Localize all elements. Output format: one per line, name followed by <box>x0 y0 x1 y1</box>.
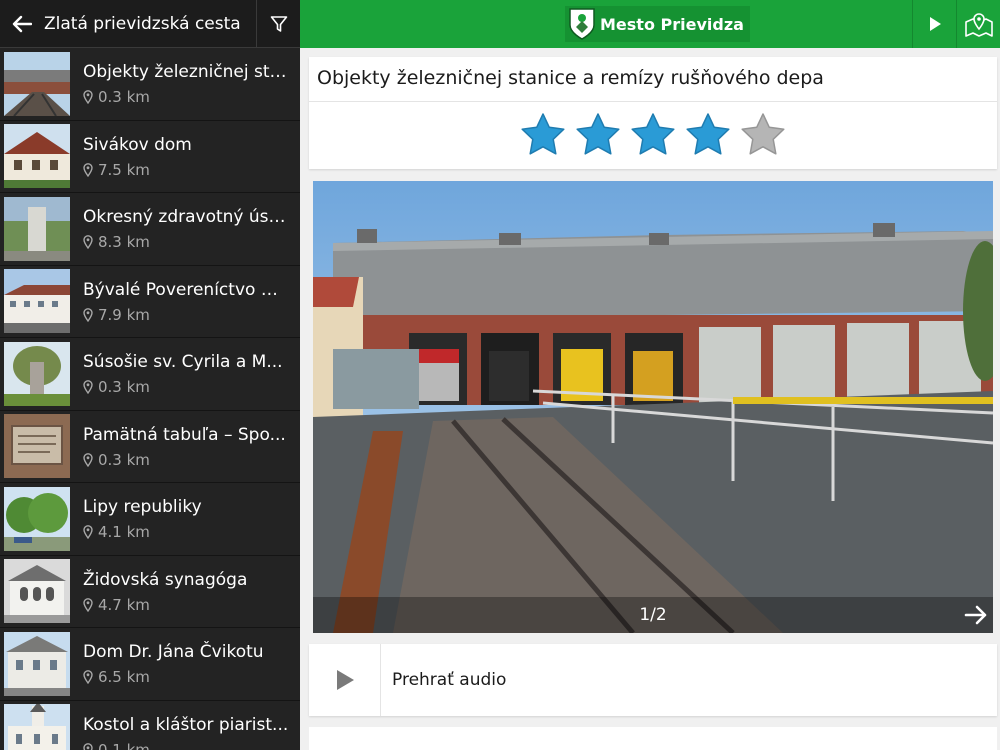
list-item-distance: 0.3 km <box>98 88 150 107</box>
thumbnail-image <box>4 196 70 261</box>
list-item-title: Lipy republiky <box>83 497 202 518</box>
list-item-distance: 0.3 km <box>98 378 150 397</box>
pin-icon <box>83 452 93 467</box>
star-icon <box>521 113 565 155</box>
list-item[interactable]: Kostol a kláštor piarist... 0.1 km <box>0 701 300 750</box>
list-item-distance: 0.3 km <box>98 450 150 469</box>
thumbnail-image <box>4 704 70 750</box>
star-rating[interactable] <box>309 112 997 158</box>
pin-icon <box>83 742 93 750</box>
list-item-distance: 6.5 km <box>98 668 150 687</box>
list-item[interactable]: Dom Dr. Jána Čvikotu 6.5 km <box>0 628 300 701</box>
list-item[interactable]: Židovská synagóga 4.7 km <box>0 556 300 628</box>
list-item-title: Sivákov dom <box>83 134 192 155</box>
detail-card: Objekty železničnej stanice a remízy ruš… <box>309 57 997 169</box>
arrow-left-icon <box>12 15 32 32</box>
pin-icon <box>83 597 93 612</box>
map-button[interactable] <box>956 0 1000 48</box>
star-icon <box>686 113 730 155</box>
pin-icon <box>83 235 93 250</box>
list-item-distance: 7.5 km <box>98 160 150 179</box>
thumbnail-image <box>4 269 70 334</box>
star-empty-icon <box>741 113 785 155</box>
map-marker-icon <box>964 13 993 37</box>
star-icon <box>576 113 620 155</box>
photo-counter: 1/2 <box>639 605 667 625</box>
list-item-distance: 8.3 km <box>98 233 150 252</box>
list-item-distance: 4.7 km <box>98 595 150 614</box>
list-item-title: Dom Dr. Jána Čvikotu <box>83 642 264 663</box>
thumbnail-image <box>4 341 70 406</box>
sidebar-title: Zlatá prievidzská cesta <box>44 13 241 34</box>
list-item-title: Objekty železničnej sta... <box>83 62 291 83</box>
pin-icon <box>83 525 93 540</box>
sidebar-header: Zlatá prievidzská cesta <box>0 0 300 48</box>
pin-icon <box>83 380 93 395</box>
list-item-distance: 4.1 km <box>98 523 150 542</box>
app-header: Mesto Prievidza <box>300 0 1000 48</box>
sidebar: Zlatá prievidzská cesta Objekty železnič… <box>0 0 300 750</box>
pin-icon <box>83 90 93 105</box>
thumbnail-image <box>4 486 70 551</box>
list-item-distance: 0.1 km <box>98 740 150 750</box>
list-item-title: Okresný zdravotný úst... <box>83 207 291 228</box>
filter-button[interactable] <box>256 0 300 48</box>
poi-list: Objekty železničnej sta... 0.3 km Siváko… <box>0 48 300 750</box>
thumbnail-image <box>4 631 70 696</box>
thumbnail-image <box>4 414 70 479</box>
list-item[interactable]: Lipy republiky 4.1 km <box>0 483 300 556</box>
list-item[interactable]: Sivákov dom 7.5 km <box>0 121 300 193</box>
list-item-title: Pamätná tabuľa – Spo... <box>83 424 286 445</box>
list-item-title: Židovská synagóga <box>83 569 248 590</box>
pin-icon <box>83 670 93 685</box>
play-button[interactable] <box>912 0 956 48</box>
brand-name: Mesto Prievidza <box>600 14 744 34</box>
list-item-title: Bývalé Povereníctvo m... <box>83 279 291 300</box>
funnel-icon <box>270 15 287 32</box>
list-item[interactable]: Pamätná tabuľa – Spo... 0.3 km <box>0 411 300 483</box>
photo-gallery[interactable]: 1/2 <box>313 181 993 633</box>
list-item[interactable]: Objekty železničnej sta... 0.3 km <box>0 48 300 121</box>
gallery-footer: 1/2 <box>313 597 993 633</box>
thumbnail-image <box>4 124 70 189</box>
list-item[interactable]: Súsošie sv. Cyrila a M... 0.3 km <box>0 338 300 411</box>
list-item[interactable]: Bývalé Povereníctvo m... 7.9 km <box>0 266 300 338</box>
detail-title: Objekty železničnej stanice a remízy ruš… <box>309 57 997 102</box>
play-icon <box>336 670 354 690</box>
audio-play-button[interactable] <box>309 644 381 716</box>
pin-icon <box>83 307 93 322</box>
pin-icon <box>83 162 93 177</box>
locomotive-depot-photo <box>313 181 993 633</box>
star-icon <box>631 113 675 155</box>
play-icon <box>929 17 941 31</box>
back-button[interactable] <box>0 0 44 48</box>
audio-player[interactable]: Prehrať audio <box>309 644 997 716</box>
thumbnail-image <box>4 51 70 116</box>
list-item[interactable]: Okresný zdravotný úst... 8.3 km <box>0 193 300 266</box>
list-item-distance: 7.9 km <box>98 305 150 324</box>
thumbnail-image <box>4 559 70 624</box>
arrow-right-icon[interactable] <box>963 603 989 627</box>
list-item-title: Kostol a kláštor piarist... <box>83 714 289 735</box>
audio-label: Prehrať audio <box>392 670 507 690</box>
description-card <box>309 727 997 750</box>
list-item-title: Súsošie sv. Cyrila a M... <box>83 352 283 373</box>
coat-of-arms-icon <box>569 8 595 40</box>
brand-logo-button[interactable]: Mesto Prievidza <box>565 6 750 42</box>
